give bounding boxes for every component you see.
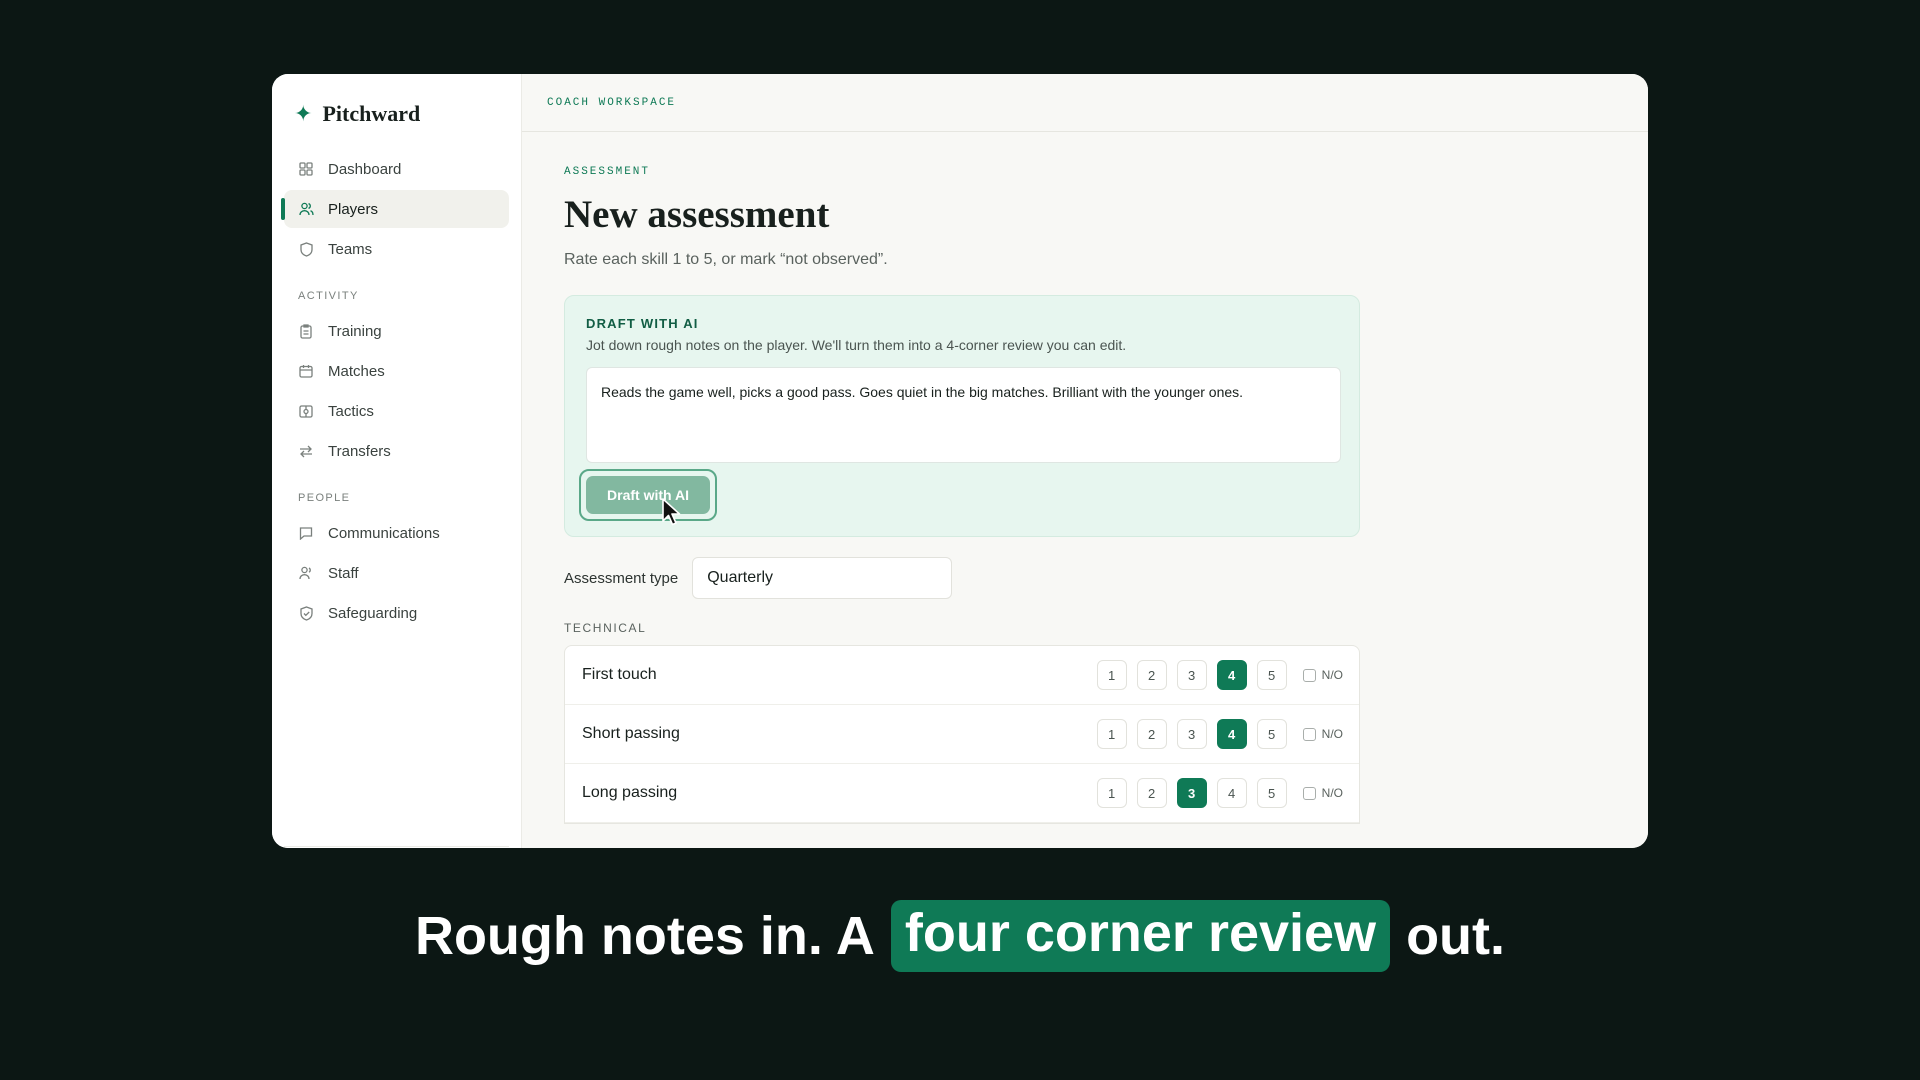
sidebar-item-tactics[interactable]: Tactics [284, 392, 509, 430]
caption-before: Rough notes in. A [414, 906, 875, 966]
shield-icon [298, 241, 314, 257]
rating-button-5[interactable]: 5 [1256, 660, 1287, 690]
sidebar-item-training[interactable]: Training [284, 312, 509, 350]
rating-group: 12345 [1096, 778, 1287, 808]
not-observed-label: N/O [1321, 786, 1343, 800]
rating-button-4[interactable]: 4 [1216, 660, 1247, 690]
skill-row: First touch 1 2 3 4 5 N/O [565, 646, 1359, 705]
sidebar-item-matches[interactable]: Matches [284, 352, 509, 390]
not-observed-label: N/O [1321, 668, 1343, 682]
rating-button-2[interactable]: 2 [1136, 660, 1167, 690]
not-observed-toggle[interactable]: N/O [1302, 727, 1343, 741]
not-observed-label: N/O [1321, 727, 1343, 741]
page-subtitle: Rate each skill 1 to 5, or mark “not obs… [564, 251, 888, 268]
ai-draft-card: DRAFT WITH AI Jot down rough notes on th… [564, 295, 1360, 537]
mouse-cursor-icon [662, 498, 681, 526]
not-observed-checkbox[interactable] [1302, 786, 1316, 800]
notes-textarea[interactable]: Reads the game well, picks a good pass. … [586, 367, 1341, 463]
sidebar-item-label: Transfers [328, 442, 391, 460]
skills-table: First touch 1 2 3 4 5 N/O Short passing 1 2 3 4 5 N/O… [564, 645, 1360, 824]
sidebar-item-staff[interactable]: Staff [284, 554, 509, 592]
app-window: ✦ Pitchward Dashboard Players Teams ACTI… [272, 74, 1648, 848]
sidebar-item-teams[interactable]: Teams [284, 230, 509, 268]
rating-button-2[interactable]: 2 [1136, 778, 1167, 808]
skill-name: Long passing [582, 784, 678, 801]
caption: Rough notes in. A four corner review out… [0, 900, 1920, 972]
rating-button-3[interactable]: 3 [1176, 778, 1207, 808]
not-observed-checkbox[interactable] [1302, 668, 1316, 682]
sidebar-item-label: Dashboard [328, 160, 402, 178]
rating-button-3[interactable]: 3 [1176, 719, 1207, 749]
sidebar-nav: Dashboard Players Teams ACTIVITY Trainin… [281, 150, 509, 632]
rating-button-5[interactable]: 5 [1256, 778, 1287, 808]
nav-section-activity: ACTIVITY [298, 290, 359, 302]
not-observed-checkbox[interactable] [1302, 727, 1316, 741]
sidebar: ✦ Pitchward Dashboard Players Teams ACTI… [272, 74, 522, 848]
sidebar-item-safeguarding[interactable]: Safeguarding [284, 594, 509, 632]
assessment-form: ASSESSMENT New assessment Rate each skil… [522, 132, 1360, 824]
sidebar-item-label: Teams [328, 240, 373, 258]
users-icon [298, 201, 314, 217]
ai-draft-title: DRAFT WITH AI [586, 316, 699, 331]
rating-button-4[interactable]: 4 [1216, 778, 1247, 808]
sidebar-divider [284, 846, 509, 848]
sidebar-item-transfers[interactable]: Transfers [284, 432, 509, 470]
rating-button-1[interactable]: 1 [1096, 660, 1127, 690]
brand[interactable]: ✦ Pitchward [284, 96, 509, 132]
calendar-icon [298, 363, 314, 379]
rating-button-5[interactable]: 5 [1256, 719, 1287, 749]
nav-section-people: PEOPLE [298, 492, 351, 504]
rating-button-4[interactable]: 4 [1216, 719, 1247, 749]
draft-with-ai-button[interactable]: Draft with AI [586, 476, 710, 514]
rating-button-2[interactable]: 2 [1136, 719, 1167, 749]
sidebar-item-label: Training [328, 322, 382, 340]
sidebar-item-label: Communications [328, 524, 440, 542]
sidebar-item-label: Matches [328, 362, 385, 380]
technical-section-label: TECHNICAL [564, 621, 647, 635]
sidebar-item-label: Players [328, 200, 379, 218]
ai-draft-description: Jot down rough notes on the player. We'l… [586, 337, 1127, 353]
sidebar-item-communications[interactable]: Communications [284, 514, 509, 552]
sparkle-icon: ✦ [294, 101, 313, 126]
page-title: New assessment [564, 193, 830, 236]
shield-check-icon [298, 605, 314, 621]
draft-button-focus-ring: Draft with AI [579, 469, 717, 526]
rating-button-3[interactable]: 3 [1176, 660, 1207, 690]
sidebar-item-dashboard[interactable]: Dashboard [284, 150, 509, 188]
rating-group: 12345 [1096, 719, 1287, 749]
assessment-type-label: Assessment type [564, 569, 679, 587]
skill-row: Long passing 1 2 3 4 5 N/O [565, 764, 1359, 823]
rating-group: 12345 [1096, 660, 1287, 690]
sidebar-item-players[interactable]: Players [281, 190, 509, 228]
clipboard-icon [298, 323, 314, 339]
skill-row: Short passing 1 2 3 4 5 N/O [565, 705, 1359, 764]
assessment-type-row: Assessment type Quarterly [564, 557, 1360, 599]
assessment-type-select[interactable]: Quarterly [692, 557, 953, 599]
not-observed-toggle[interactable]: N/O [1302, 786, 1343, 800]
sidebar-item-label: Safeguarding [328, 604, 418, 622]
caption-after: out. [1406, 906, 1506, 966]
rating-button-1[interactable]: 1 [1096, 719, 1127, 749]
swap-arrows-icon [298, 443, 314, 459]
page-eyebrow: ASSESSMENT [564, 166, 651, 178]
tactics-board-icon [298, 403, 314, 419]
sidebar-item-label: Staff [328, 564, 359, 582]
caption-highlight: four corner review [890, 900, 1391, 972]
message-icon [298, 525, 314, 541]
sidebar-item-label: Tactics [328, 402, 374, 420]
skill-name: First touch [582, 666, 657, 683]
rating-button-1[interactable]: 1 [1096, 778, 1127, 808]
app-name: Pitchward [322, 101, 421, 126]
skill-name: Short passing [582, 725, 680, 742]
user-icon [298, 565, 314, 581]
main-panel: COACH WORKSPACE ASSESSMENT New assessmen… [522, 74, 1648, 848]
not-observed-toggle[interactable]: N/O [1302, 668, 1343, 682]
top-bar: COACH WORKSPACE [522, 74, 1648, 132]
grid-icon [298, 161, 314, 177]
workspace-label: COACH WORKSPACE [547, 96, 677, 109]
